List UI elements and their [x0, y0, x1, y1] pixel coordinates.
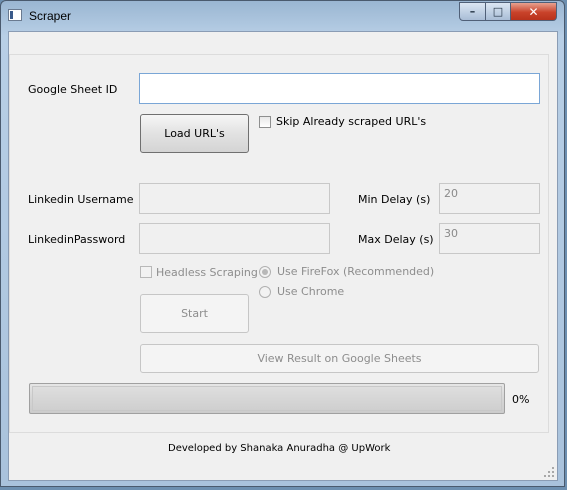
- load-urls-label: Load URL's: [164, 127, 225, 140]
- view-results-button[interactable]: View Result on Google Sheets: [140, 344, 539, 373]
- load-urls-button[interactable]: Load URL's: [140, 114, 249, 153]
- client-area: Google Sheet ID Load URL's Skip Already …: [8, 31, 558, 481]
- headless-label: Headless Scraping: [156, 266, 258, 279]
- skip-scraped-label: Skip Already scraped URL's: [276, 115, 427, 128]
- min-delay-label: Min Delay (s): [358, 193, 431, 206]
- close-icon: ✕: [528, 4, 539, 19]
- window-title: Scraper: [29, 9, 72, 23]
- form-frame: Google Sheet ID Load URL's Skip Already …: [9, 54, 549, 433]
- min-delay-value: 20: [444, 187, 458, 200]
- title-bar[interactable]: Scraper – □ ✕: [1, 1, 564, 31]
- minimize-icon: –: [469, 5, 476, 18]
- app-icon: [8, 9, 22, 21]
- scraper-window: Scraper – □ ✕ Google Sheet ID Load URL's…: [0, 0, 565, 487]
- footer-credit: Developed by Shanaka Anuradha @ UpWork: [168, 443, 391, 454]
- username-label: Linkedin Username: [28, 193, 134, 206]
- resize-grip-icon[interactable]: [544, 467, 554, 477]
- headless-checkbox[interactable]: [140, 266, 152, 278]
- chrome-radio[interactable]: [259, 286, 271, 298]
- maximize-button[interactable]: □: [485, 2, 511, 21]
- progress-bar: [29, 383, 505, 414]
- minimize-button[interactable]: –: [459, 2, 486, 21]
- skip-scraped-checkbox[interactable]: [259, 116, 271, 128]
- progress-percent: 0%: [512, 393, 530, 406]
- sheet-id-label: Google Sheet ID: [28, 83, 118, 96]
- view-results-label: View Result on Google Sheets: [257, 352, 422, 365]
- min-delay-input[interactable]: 20: [439, 183, 540, 214]
- chrome-label: Use Chrome: [277, 285, 345, 298]
- max-delay-label: Max Delay (s): [358, 233, 434, 246]
- close-button[interactable]: ✕: [510, 2, 557, 21]
- password-input[interactable]: [139, 223, 330, 254]
- max-delay-value: 30: [444, 227, 458, 240]
- max-delay-input[interactable]: 30: [439, 223, 540, 254]
- progress-track: [32, 386, 502, 411]
- start-button[interactable]: Start: [140, 294, 249, 333]
- password-label: LinkedinPassword: [28, 233, 126, 246]
- maximize-icon: □: [492, 5, 504, 18]
- sheet-id-input[interactable]: [139, 73, 540, 104]
- username-input[interactable]: [139, 183, 330, 214]
- start-label: Start: [181, 307, 208, 320]
- firefox-radio[interactable]: [259, 266, 271, 278]
- firefox-label: Use FireFox (Recommended): [277, 265, 435, 278]
